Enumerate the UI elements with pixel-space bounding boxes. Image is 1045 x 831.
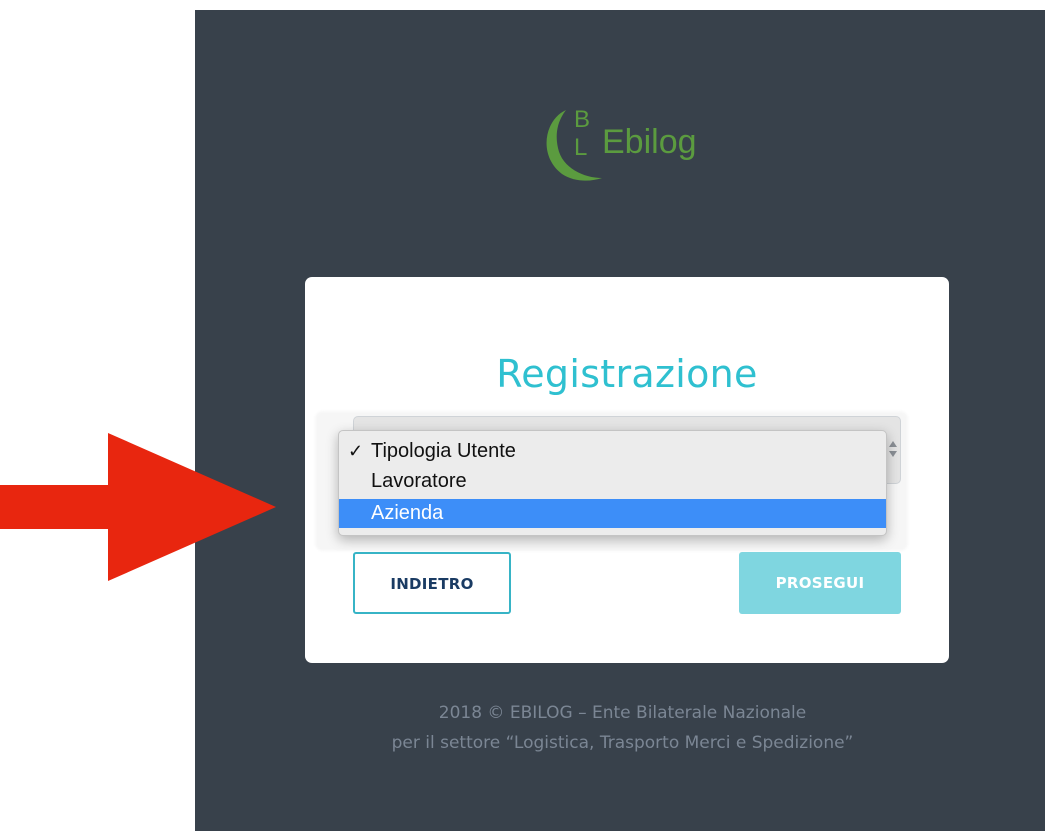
up-down-arrows-icon <box>889 441 897 457</box>
footer-line-1: 2018 © EBILOG – Ente Bilaterale Nazional… <box>438 703 807 723</box>
logo-crescent-icon <box>546 110 602 181</box>
option-lavoratore[interactable]: Lavoratore <box>339 467 886 496</box>
logo-letter-b: B <box>574 106 591 133</box>
registration-card: Registrazione ✓ Tipologia Utente Lavorat… <box>305 277 949 663</box>
option-tipologia-utente[interactable]: ✓ Tipologia Utente <box>339 437 886 466</box>
continue-button[interactable]: PROSEGUI <box>739 552 901 614</box>
logo-letter-l: L <box>574 134 588 161</box>
option-label: Lavoratore <box>371 470 467 492</box>
option-azienda[interactable]: Azienda <box>339 499 886 528</box>
footer-line-2: per il settore “Logistica, Trasporto Mer… <box>391 733 854 753</box>
back-button[interactable]: INDIETRO <box>353 552 511 614</box>
ebilog-logo: B L Ebilog <box>540 104 730 190</box>
logo-wordmark: Ebilog <box>602 123 697 161</box>
user-type-dropdown-menu: ✓ Tipologia Utente Lavoratore Azienda <box>338 430 887 536</box>
option-label: Tipologia Utente <box>371 440 516 462</box>
footer: 2018 © EBILOG – Ente Bilaterale Nazional… <box>340 698 905 758</box>
page-title: Registrazione <box>496 352 758 396</box>
red-arrow-icon <box>0 433 276 581</box>
checkmark-icon: ✓ <box>348 441 364 461</box>
option-label: Azienda <box>371 502 444 524</box>
